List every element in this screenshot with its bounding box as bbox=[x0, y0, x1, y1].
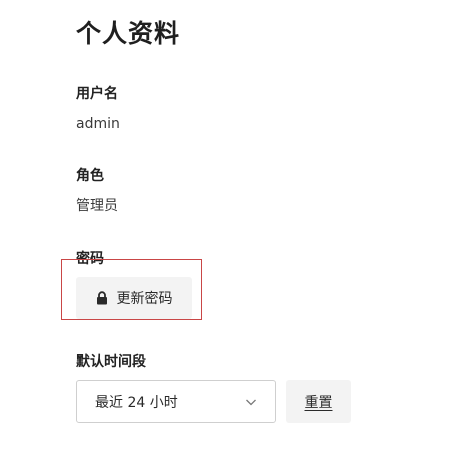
default-time-range-label: 默认时间段 bbox=[76, 354, 146, 370]
time-range-select[interactable]: 最近 24 小时 bbox=[76, 380, 276, 423]
time-range-selected-value: 最近 24 小时 bbox=[95, 394, 178, 411]
page-title: 个人资料 bbox=[76, 19, 181, 48]
update-password-label: 更新密码 bbox=[116, 291, 173, 307]
update-password-button[interactable]: 更新密码 bbox=[76, 277, 192, 319]
username-value: admin bbox=[76, 116, 120, 132]
reset-button[interactable]: 重置 bbox=[286, 380, 351, 423]
next-section-label-cut bbox=[76, 452, 108, 460]
password-label: 密码 bbox=[76, 251, 104, 267]
role-label: 角色 bbox=[76, 168, 104, 184]
chevron-down-icon bbox=[245, 396, 257, 408]
lock-icon bbox=[96, 291, 108, 305]
role-value: 管理员 bbox=[76, 198, 118, 214]
username-label: 用户名 bbox=[76, 86, 118, 102]
